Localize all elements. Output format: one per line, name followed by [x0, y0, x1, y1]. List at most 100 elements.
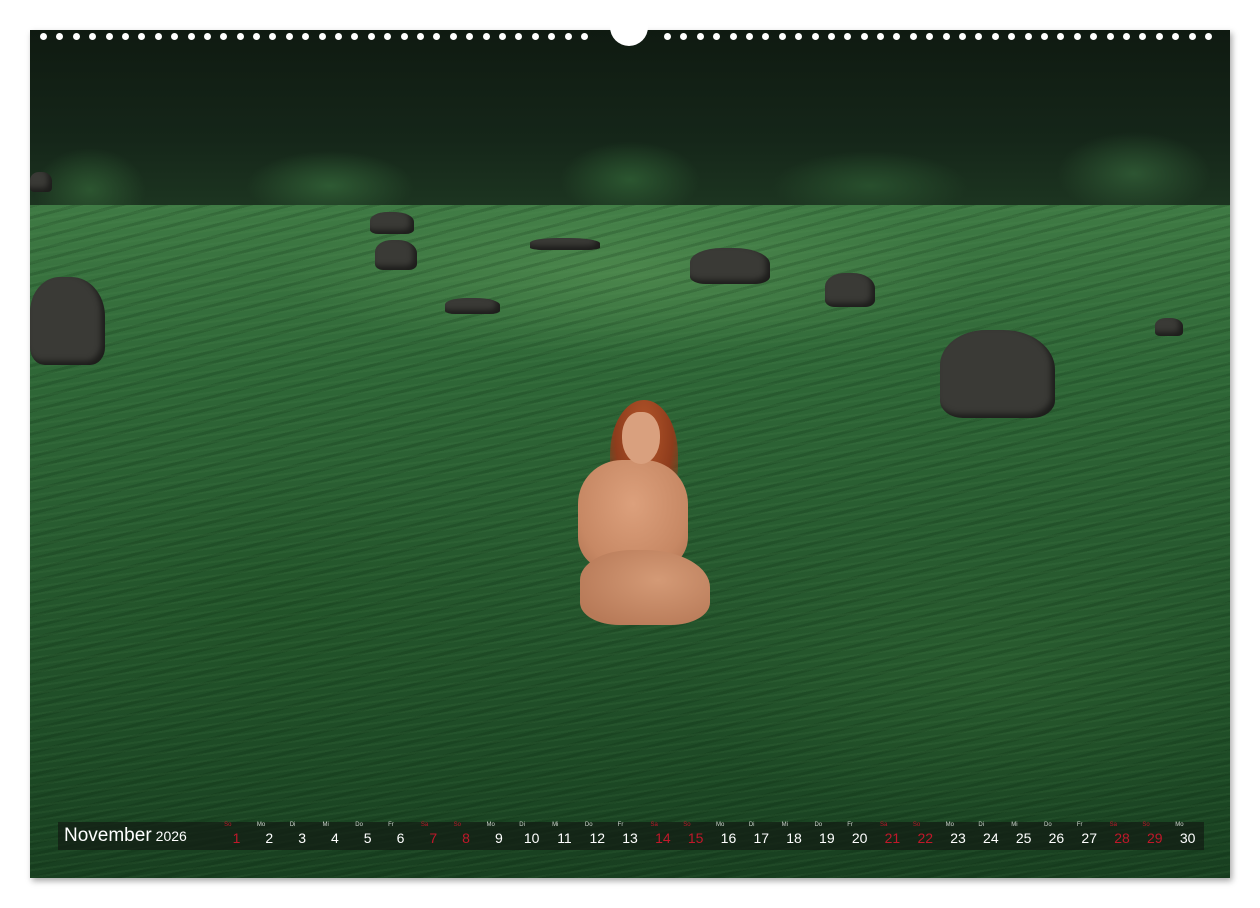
calendar-day: Sa 7	[417, 822, 450, 850]
day-number: 17	[753, 830, 770, 846]
weekday-label: Mi	[322, 822, 329, 828]
day-number: 13	[622, 830, 638, 846]
seated-figure	[570, 400, 710, 625]
weekday-label: Mi	[1011, 822, 1018, 828]
calendar-photo	[30, 30, 1230, 878]
day-number: 15	[687, 830, 704, 846]
binding-dot	[171, 33, 179, 40]
binding-dot	[433, 33, 441, 40]
binding-dot	[285, 33, 293, 40]
weekday-label: Mo	[256, 822, 266, 828]
day-number: 5	[363, 830, 372, 846]
binding-dot	[56, 33, 64, 40]
day-number: 7	[429, 830, 438, 846]
day-number: 25	[1015, 830, 1032, 846]
weekday-label: So	[224, 822, 232, 828]
binding-dot	[548, 33, 556, 40]
binding-dot	[220, 33, 228, 40]
weekday-label: Mo	[716, 822, 725, 828]
weekday-label: Di	[748, 822, 755, 828]
day-number: 11	[557, 830, 572, 846]
binding-dots-right	[664, 33, 1212, 41]
weekday-label: Sa	[880, 822, 888, 828]
weekday-label: So	[1142, 822, 1150, 828]
binding-dot	[498, 33, 506, 40]
calendar-day: So 22	[909, 822, 942, 850]
figure-face	[622, 412, 660, 464]
tree-stump	[445, 298, 500, 314]
binding-dot	[664, 33, 671, 40]
calendar-day: Mo 23	[942, 822, 975, 850]
binding-dot	[269, 33, 277, 40]
calendar-day: Mi 11	[548, 822, 581, 850]
weekday-label: Di	[519, 822, 525, 828]
binding-dot	[482, 33, 490, 40]
weekday-label: Mo	[486, 822, 495, 828]
binding-dot	[515, 33, 523, 40]
weekday-label: So	[453, 822, 462, 828]
calendar-day: Fr 27	[1073, 822, 1106, 850]
weekday-label: Sa	[420, 822, 429, 828]
binding-dot	[72, 33, 80, 40]
binding-dot	[975, 33, 983, 40]
binding-dot	[384, 33, 392, 40]
weekday-label: Mo	[1175, 822, 1184, 828]
day-number: 22	[917, 830, 934, 846]
tree-stump	[530, 238, 600, 250]
day-number: 14	[655, 830, 671, 846]
binding-dot	[926, 33, 934, 40]
calendar-day: Mo 16	[712, 822, 745, 850]
binding-dot	[318, 33, 326, 40]
day-number: 20	[851, 830, 868, 846]
binding-dot	[1155, 33, 1163, 40]
day-number: 21	[884, 830, 901, 846]
binding-dot	[351, 33, 359, 40]
binding-dot	[416, 33, 424, 40]
binding-dot	[367, 33, 375, 40]
binding-dot	[696, 33, 704, 40]
day-number: 3	[298, 830, 306, 846]
binding-dot	[860, 33, 868, 40]
binding-dot	[762, 33, 770, 40]
day-number: 8	[462, 830, 470, 846]
figure-legs	[580, 550, 710, 625]
binding-dot	[187, 33, 195, 40]
calendar-day: Sa 28	[1106, 822, 1139, 850]
day-number: 23	[950, 830, 966, 846]
calendar-day: Fr 13	[614, 822, 647, 850]
calendar-day: Mo 9	[482, 822, 515, 850]
binding-dot	[909, 33, 917, 40]
binding-dot	[449, 33, 457, 40]
binding-dot	[302, 33, 310, 40]
binding-dot	[1139, 33, 1147, 40]
calendar-day: So 8	[450, 822, 483, 850]
calendar-day: Do 5	[351, 822, 384, 850]
calendar-day: Do 26	[1040, 822, 1073, 850]
binding-dot	[138, 33, 146, 40]
month-label: November 2026	[58, 825, 220, 847]
calendar-day: Di 17	[745, 822, 778, 850]
binding-dot	[844, 33, 852, 40]
weekday-label: So	[912, 822, 921, 828]
binding-dot	[1040, 33, 1048, 40]
calendar-day: Mi 25	[1007, 822, 1040, 850]
binding-dot	[680, 33, 688, 40]
weekday-label: Di	[978, 822, 985, 828]
binding-dot	[713, 33, 721, 40]
binding-dot	[1172, 33, 1180, 40]
weekday-label: Fr	[617, 822, 624, 828]
weekday-label: Fr	[847, 822, 853, 828]
binding-dot	[942, 33, 950, 40]
weekday-label: Sa	[650, 822, 658, 828]
day-number: 6	[396, 830, 405, 846]
binding-dot	[236, 33, 244, 40]
binding-dot	[745, 33, 753, 40]
day-number: 19	[819, 830, 835, 846]
calendar-day: Sa 21	[876, 822, 909, 850]
binding-dot	[335, 33, 343, 40]
binding-dot	[89, 33, 97, 40]
weekday-label: Do	[814, 822, 823, 828]
forest-background	[30, 30, 1230, 230]
day-list: So 1 Mo 2 Di 3 Mi 4 Do 5 Fr 6 Sa 7 So 8 Mo 9 Di 10 Mi 11 Do 12 F…	[220, 822, 1204, 850]
day-number: 10	[523, 830, 540, 846]
